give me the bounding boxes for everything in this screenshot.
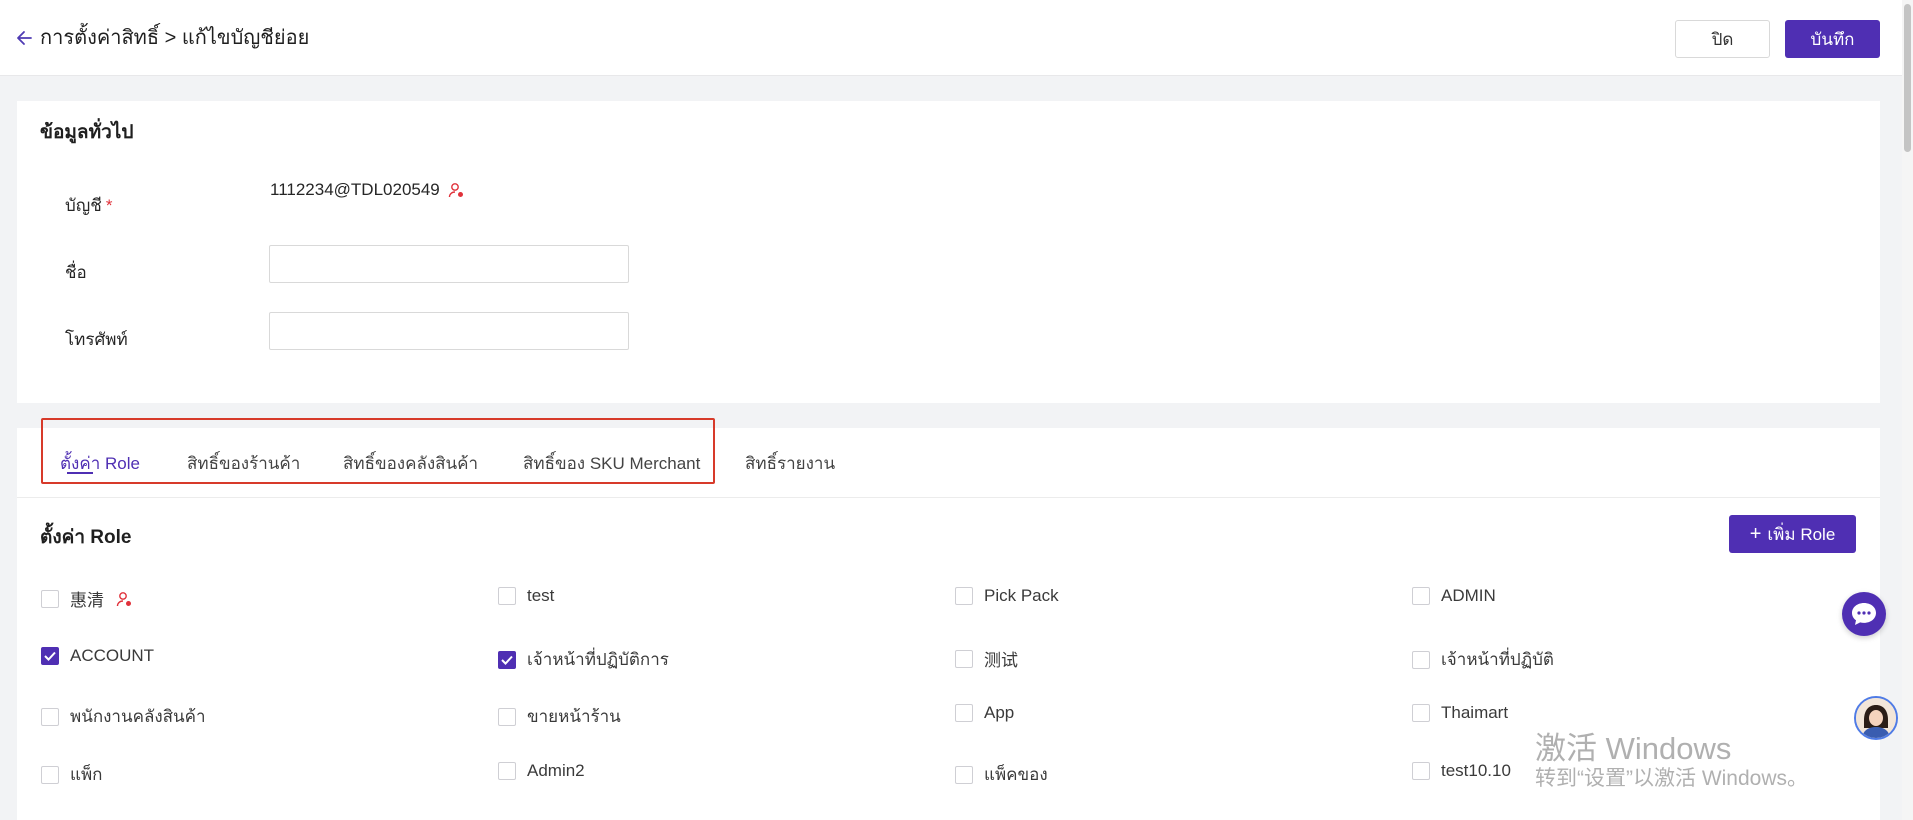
phone-label: โทรศัพท์ — [65, 330, 128, 349]
role-checkbox-item[interactable]: แพ็คของ — [955, 761, 1048, 788]
chat-support-button[interactable] — [1842, 592, 1886, 636]
required-mark: * — [105, 196, 113, 215]
checkbox[interactable] — [41, 589, 59, 608]
role-checkbox-item[interactable]: 测试 — [955, 646, 1018, 671]
checkbox[interactable] — [498, 587, 516, 605]
plus-icon: + — [1749, 523, 1762, 545]
role-checkbox-item[interactable]: ACCOUNT — [41, 646, 154, 666]
role-label: แพ็ก — [70, 765, 103, 784]
checkbox-checked[interactable] — [41, 647, 59, 665]
phone-input[interactable] — [269, 312, 629, 350]
user-icon — [116, 591, 132, 607]
role-checkbox-item[interactable]: App — [955, 703, 1014, 723]
close-button[interactable]: ปิด — [1675, 20, 1770, 58]
user-icon — [448, 182, 464, 198]
role-label: พนักงานคลังสินค้า — [70, 707, 206, 726]
role-checkbox-item[interactable]: แพ็ก — [41, 761, 102, 788]
role-label: ACCOUNT — [70, 646, 155, 665]
checkbox[interactable] — [498, 707, 516, 726]
scrollbar-thumb[interactable] — [1904, 4, 1911, 152]
checkbox[interactable] — [498, 762, 516, 780]
role-label: ขายหน้าร้าน — [527, 707, 621, 726]
role-label: แพ็คของ — [984, 765, 1048, 784]
role-checkbox-item[interactable]: ขายหน้าร้าน — [498, 703, 621, 730]
role-checkbox-item[interactable]: เจ้าหน้าที่ปฏิบัติ — [1412, 646, 1554, 673]
role-checkbox-item[interactable]: เจ้าหน้าที่ปฏิบัติการ — [498, 646, 669, 673]
role-checkbox-item[interactable]: พนักงานคลังสินค้า — [41, 703, 206, 730]
role-checkbox-item[interactable]: 惠清 — [41, 586, 132, 611]
role-label: Thaimart — [1441, 703, 1509, 722]
tab-role-settings[interactable]: ตั้งค่า Role — [60, 428, 140, 498]
tab-sku-merchant-permissions[interactable]: สิทธิ์ของ SKU Merchant — [523, 428, 700, 498]
check-icon — [44, 651, 56, 661]
account-value-row: 1112234@TDL020549 — [270, 180, 464, 200]
general-section-title: ข้อมูลทั่วไป — [40, 122, 134, 143]
role-label: 惠清 — [70, 591, 104, 610]
role-label: เจ้าหน้าที่ปฏิบัติการ — [527, 650, 669, 669]
role-label: test — [527, 586, 555, 605]
checkbox[interactable] — [1412, 704, 1430, 722]
save-button[interactable]: บันทึก — [1785, 20, 1880, 58]
roles-section-title: ตั้งค่า Role — [40, 527, 132, 548]
page-title: การตั้งค่าสิทธิ์ > แก้ไขบัญชีย่อย — [40, 27, 310, 49]
role-checkbox-item[interactable]: Admin2 — [498, 761, 585, 781]
support-agent-avatar[interactable] — [1854, 696, 1898, 740]
checkbox[interactable] — [955, 704, 973, 722]
checkbox[interactable] — [1412, 762, 1430, 780]
tab-warehouse-permissions[interactable]: สิทธิ์ของคลังสินค้า — [343, 428, 478, 498]
role-label: Pick Pack — [984, 586, 1059, 605]
windows-watermark-subtitle: 转到“设置”以激活 Windows。 — [1535, 767, 1809, 790]
add-role-label: เพิ่ม Role — [1767, 524, 1836, 544]
account-value: 1112234@TDL020549 — [270, 180, 440, 199]
check-icon — [501, 655, 513, 665]
role-label: App — [984, 703, 1015, 722]
vertical-scrollbar[interactable] — [1902, 0, 1913, 820]
checkbox[interactable] — [41, 765, 59, 784]
back-arrow-icon[interactable] — [16, 26, 36, 50]
role-checkbox-item[interactable]: Pick Pack — [955, 586, 1059, 606]
role-label: ADMIN — [1441, 586, 1496, 605]
checkbox[interactable] — [1412, 587, 1430, 605]
checkbox[interactable] — [955, 587, 973, 605]
top-bar: การตั้งค่าสิทธิ์ > แก้ไขบัญชีย่อย ปิด บั… — [0, 0, 1913, 76]
account-label: บัญชี * — [65, 196, 113, 215]
checkbox-checked[interactable] — [498, 650, 516, 669]
checkbox[interactable] — [1412, 650, 1430, 669]
tabs-bar: ตั้งค่า Role สิทธิ์ของร้านค้า สิทธิ์ของค… — [17, 428, 1880, 498]
role-label: Admin2 — [527, 761, 585, 780]
role-label: เจ้าหน้าที่ปฏิบัติ — [1441, 650, 1554, 669]
role-checkbox-item[interactable]: ADMIN — [1412, 586, 1496, 606]
active-tab-indicator — [67, 472, 93, 474]
checkbox[interactable] — [955, 765, 973, 784]
role-label: 测试 — [984, 651, 1018, 670]
name-input[interactable] — [269, 245, 629, 283]
role-label: test10.10 — [1441, 761, 1511, 780]
role-checkbox-item[interactable]: test10.10 — [1412, 761, 1511, 781]
name-label: ชื่อ — [65, 263, 87, 282]
chat-icon — [1852, 603, 1876, 625]
checkbox[interactable] — [955, 649, 973, 668]
add-role-button[interactable]: + เพิ่ม Role — [1729, 515, 1856, 553]
checkbox[interactable] — [41, 707, 59, 726]
role-checkbox-item[interactable]: Thaimart — [1412, 703, 1508, 723]
tab-store-permissions[interactable]: สิทธิ์ของร้านค้า — [187, 428, 300, 498]
tab-report-permissions[interactable]: สิทธิ์รายงาน — [745, 428, 835, 498]
role-checkbox-item[interactable]: test — [498, 586, 554, 606]
